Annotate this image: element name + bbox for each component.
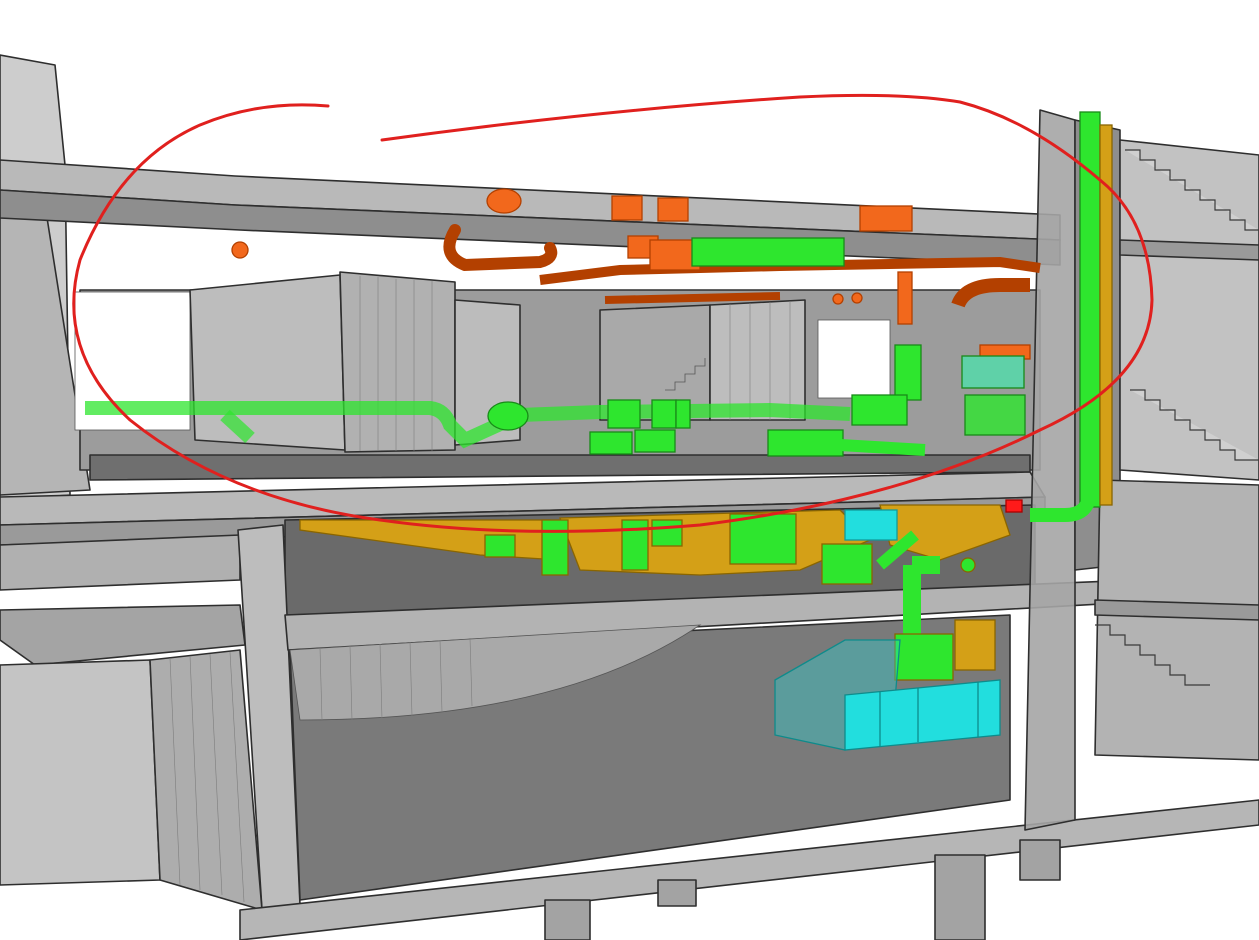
orange-cap-2[interactable]	[851, 292, 863, 304]
orange-box-2[interactable]	[657, 197, 689, 222]
pile-2	[657, 879, 697, 907]
pile-3	[934, 854, 986, 940]
green-round-fitting[interactable]	[487, 401, 529, 431]
green-ahu-top[interactable]	[691, 237, 845, 267]
yellow-basement-box[interactable]	[954, 619, 996, 671]
red-alert-box[interactable]	[1005, 499, 1023, 513]
green-drop-box[interactable]	[894, 633, 954, 681]
green-box-1[interactable]	[607, 399, 641, 429]
orange-round-duct[interactable]	[486, 188, 522, 214]
green-lower-cap[interactable]	[960, 557, 976, 573]
green-box-2[interactable]	[651, 399, 677, 429]
pile-4	[1019, 839, 1061, 881]
left-mid-slab	[0, 534, 241, 591]
green-lower-box-1[interactable]	[541, 519, 569, 576]
green-lower-box-3[interactable]	[651, 519, 683, 547]
upper-opening-right	[817, 319, 891, 399]
green-box-4[interactable]	[589, 431, 633, 455]
partition-5	[709, 299, 806, 421]
model-viewport[interactable]	[0, 0, 1259, 940]
green-unit-right[interactable]	[964, 394, 1026, 436]
lower-left-wall-side	[149, 649, 263, 911]
green-box-6[interactable]	[767, 429, 844, 457]
orange-box-3[interactable]	[859, 205, 913, 232]
orange-cap-1[interactable]	[832, 293, 844, 305]
pile-1	[544, 899, 591, 940]
green-return-pipe[interactable]	[839, 439, 926, 456]
orange-riser[interactable]	[897, 271, 913, 325]
orange-box-1[interactable]	[611, 195, 643, 221]
green-riser-unit[interactable]	[894, 344, 922, 401]
orange-lower-run[interactable]	[604, 292, 781, 304]
partition-1	[189, 274, 346, 451]
green-box-3[interactable]	[675, 399, 691, 429]
green-lower-box-4[interactable]	[729, 513, 797, 565]
green-unit-large[interactable]	[851, 394, 908, 426]
cyan-lower-box[interactable]	[844, 509, 898, 541]
green-lower-box-5[interactable]	[821, 543, 873, 585]
green-teal-unit[interactable]	[961, 355, 1025, 389]
orange-nozzle[interactable]	[231, 241, 249, 259]
building-structure	[0, 54, 1259, 940]
green-box-5[interactable]	[634, 429, 676, 453]
partition-2	[339, 271, 456, 453]
lower-left-wall	[0, 659, 161, 886]
green-lower-box-6[interactable]	[484, 534, 516, 558]
